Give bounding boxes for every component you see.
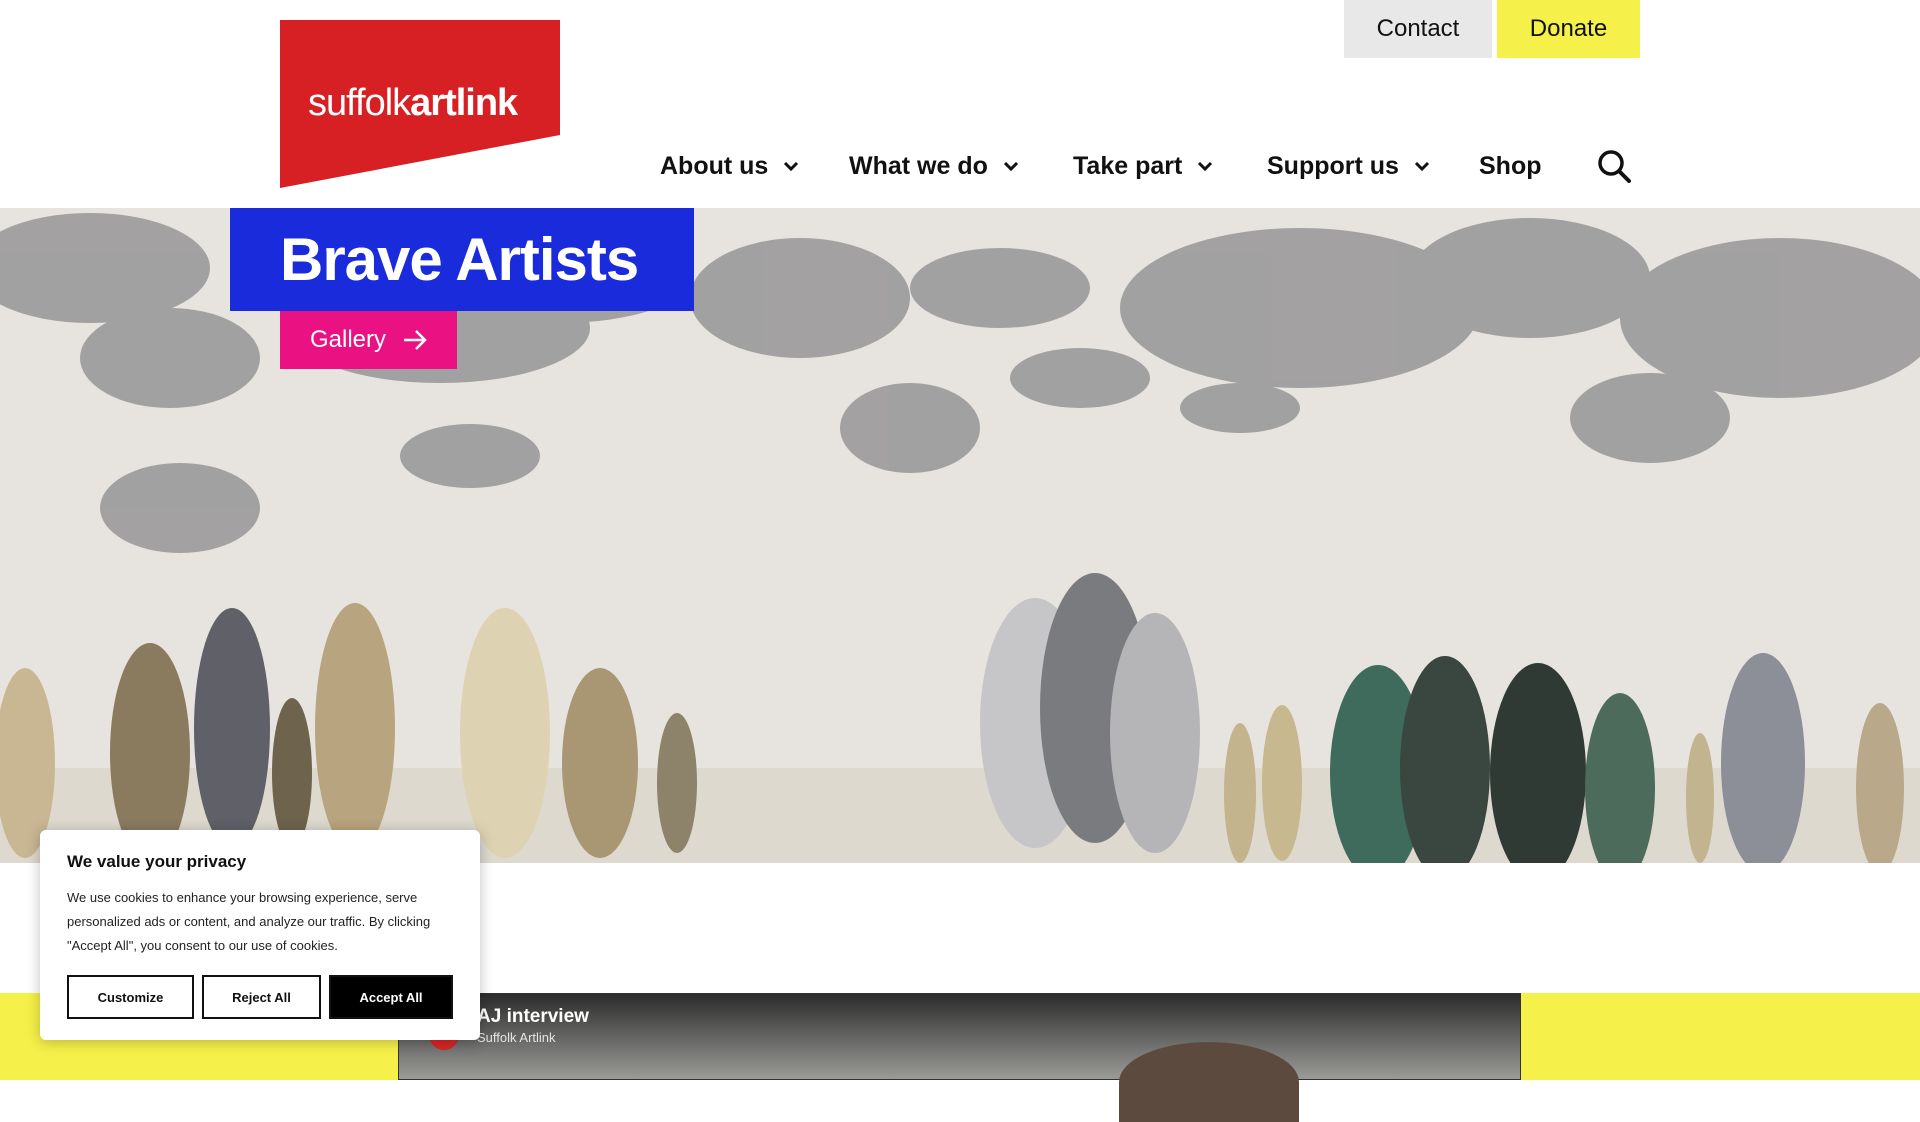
chevron-down-icon: [1198, 161, 1213, 172]
gallery-button[interactable]: Gallery: [280, 311, 457, 369]
donate-button[interactable]: Donate: [1497, 0, 1640, 58]
main-nav: About us What we do Take part Support us…: [0, 146, 1920, 186]
nav-item-label: Support us: [1267, 151, 1399, 180]
cookie-button-group: Customize Reject All Accept All: [67, 975, 453, 1019]
nav-item-label: Shop: [1479, 151, 1542, 180]
logo-wordmark: suffolkartlink: [308, 82, 518, 124]
video-embed[interactable]: AJ interview Suffolk Artlink: [398, 993, 1521, 1122]
nav-item-shop[interactable]: Shop: [1479, 146, 1542, 186]
cookie-body-text: We use cookies to enhance your browsing …: [67, 890, 431, 953]
contact-button[interactable]: Contact: [1344, 0, 1492, 58]
gallery-button-label: Gallery: [310, 326, 387, 353]
search-icon[interactable]: [1596, 148, 1632, 184]
chevron-down-icon: [1003, 161, 1018, 172]
arrow-right-icon: [404, 330, 427, 350]
nav-item-what-we-do[interactable]: What we do: [849, 146, 1020, 186]
cookie-heading: We value your privacy: [67, 852, 247, 871]
nav-item-take-part[interactable]: Take part: [1073, 146, 1214, 186]
video-title[interactable]: AJ interview: [477, 1006, 589, 1028]
site-header: suffolkartlink Contact Donate About us W…: [0, 0, 1920, 208]
chevron-down-icon: [1414, 161, 1429, 172]
chevron-down-icon: [784, 161, 799, 172]
nav-item-support-us[interactable]: Support us: [1267, 146, 1431, 186]
nav-item-label: What we do: [849, 151, 988, 180]
video-channel[interactable]: Suffolk Artlink: [477, 1030, 556, 1045]
nav-item-about-us[interactable]: About us: [660, 146, 800, 186]
page-title-box: Brave Artists: [230, 208, 694, 311]
reject-all-button[interactable]: Reject All: [202, 975, 321, 1019]
cookie-consent-banner: We value your privacy We use cookies to …: [40, 830, 480, 1040]
accept-all-button[interactable]: Accept All: [329, 975, 453, 1019]
video-thumbnail-person: [1119, 1042, 1299, 1122]
nav-item-label: Take part: [1073, 151, 1183, 180]
page-title: Brave Artists: [280, 226, 639, 293]
nav-item-label: About us: [660, 151, 769, 180]
customize-button[interactable]: Customize: [67, 975, 194, 1019]
